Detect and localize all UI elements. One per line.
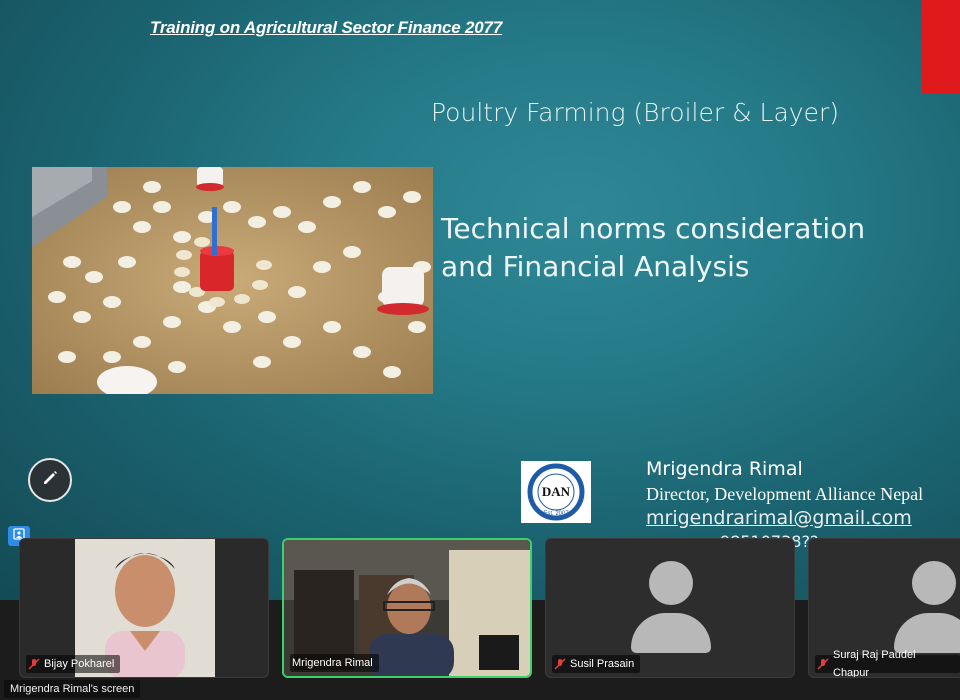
poultry-photo <box>32 167 433 394</box>
slide-subtitle: Poultry Farming (Broiler & Layer) <box>431 98 839 127</box>
participant-tile[interactable]: Bijay Pokharel <box>19 538 269 678</box>
participant-name: Susil Prasain <box>570 658 635 670</box>
mic-off-icon <box>554 658 566 670</box>
presenter-role: Director, Development Alliance Nepal <box>646 484 924 504</box>
presenter-name: Mrigendra Rimal <box>646 458 803 480</box>
shared-slide: Training on Agricultural Sector Finance … <box>0 0 960 600</box>
participant-name: Bijay Pokharel <box>44 658 115 670</box>
mic-off-icon <box>28 658 40 670</box>
dan-logo: DAN Est. 2007 <box>521 461 591 523</box>
participant-name: Mrigendra Rimal <box>292 657 373 669</box>
participant-name: Suraj Raj Paudel Chapur <box>833 649 916 678</box>
logo-text: DAN <box>541 484 571 499</box>
participant-name-tag: Susil Prasain <box>552 655 641 673</box>
participant-name-tag: Mrigendra Rimal <box>290 654 379 672</box>
participant-name-tag: Suraj Raj Paudel Chapur <box>815 649 960 677</box>
participant-tile[interactable]: Susil Prasain <box>545 538 795 678</box>
presenter-email[interactable]: mrigendrarimal@gmail.com <box>646 507 912 529</box>
slide-main-title: Technical norms consideration and Financ… <box>441 212 866 283</box>
annotate-button[interactable] <box>28 458 72 502</box>
participant-tile-active[interactable]: Mrigendra Rimal <box>282 538 532 678</box>
participant-name-tag: Bijay Pokharel <box>26 655 121 673</box>
red-accent-tab <box>922 0 960 94</box>
mic-off-icon <box>817 658 829 670</box>
poultry-photo-image <box>32 167 433 394</box>
participant-tile[interactable]: Suraj Raj Paudel Chapur <box>808 538 960 678</box>
pencil-icon <box>41 469 59 492</box>
screen-share-label: Mrigendra Rimal's screen <box>4 680 141 698</box>
logo-year: Est. 2007 <box>543 511 569 517</box>
training-title: Training on Agricultural Sector Finance … <box>150 18 503 37</box>
